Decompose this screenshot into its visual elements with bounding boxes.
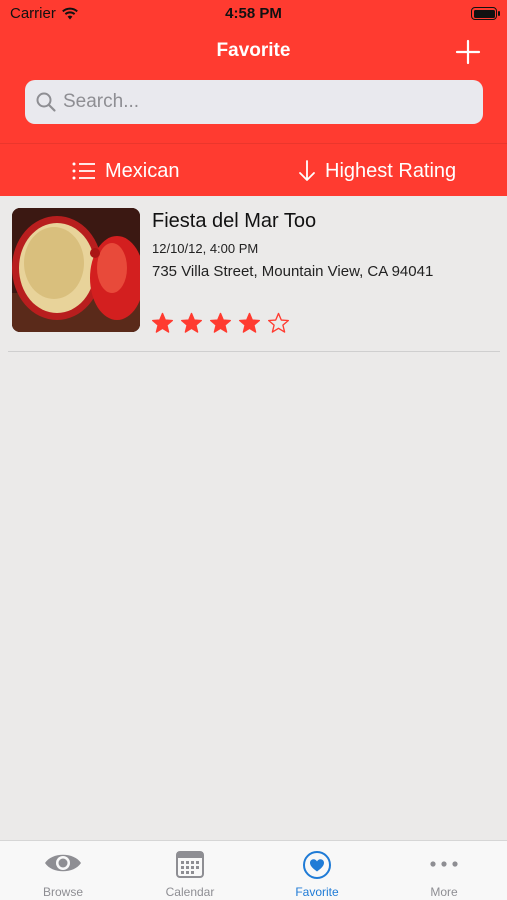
search-input[interactable]	[63, 91, 463, 113]
restaurant-address: 735 Villa Street, Mountain View, CA 9404…	[152, 263, 434, 280]
filter-divider	[0, 143, 507, 144]
tab-favorite-label: Favorite	[295, 885, 339, 899]
star-filled-icon	[209, 312, 232, 333]
rating-stars	[151, 312, 290, 334]
header: Carrier 4:58 PM Favorite Mexican	[0, 0, 507, 196]
more-icon	[430, 861, 458, 867]
tab-browse[interactable]: Browse	[0, 841, 126, 900]
eye-icon	[45, 854, 81, 872]
star-filled-icon	[151, 312, 174, 333]
tab-calendar[interactable]: Calendar	[127, 841, 253, 900]
clock: 4:58 PM	[225, 5, 282, 22]
battery-icon	[471, 7, 500, 20]
star-empty-icon	[267, 312, 290, 333]
tab-calendar-label: Calendar	[165, 885, 215, 899]
tab-browse-label: Browse	[42, 885, 83, 899]
add-button[interactable]	[455, 39, 481, 65]
restaurant-photo	[12, 208, 140, 332]
star-filled-icon	[180, 312, 203, 333]
sort-button[interactable]: Highest Rating	[298, 156, 456, 186]
heart-icon	[303, 851, 331, 879]
page-title: Favorite	[216, 40, 291, 61]
tab-more[interactable]: More	[381, 841, 507, 900]
arrow-down-icon	[299, 160, 315, 181]
restaurant-row[interactable]: Fiesta del Mar Too 12/10/12, 4:00 PM 735…	[0, 196, 507, 352]
restaurant-date: 12/10/12, 4:00 PM	[152, 241, 259, 256]
cuisine-filter-button[interactable]: Mexican	[72, 156, 179, 186]
row-separator	[8, 351, 500, 352]
search-icon	[36, 92, 56, 112]
cuisine-filter-label: Mexican	[105, 159, 180, 182]
tab-bar: Browse Calendar Favorite More	[0, 840, 507, 900]
plus-icon	[455, 39, 481, 65]
search-bar[interactable]	[25, 80, 483, 124]
tab-favorite[interactable]: Favorite	[254, 841, 380, 900]
tab-more-label: More	[430, 885, 458, 899]
list-icon	[72, 162, 95, 180]
sort-label: Highest Rating	[325, 159, 457, 182]
restaurant-name: Fiesta del Mar Too	[152, 210, 317, 232]
calendar-icon	[176, 851, 204, 878]
status-bar: Carrier 4:58 PM	[0, 0, 507, 28]
star-filled-icon	[238, 312, 261, 333]
